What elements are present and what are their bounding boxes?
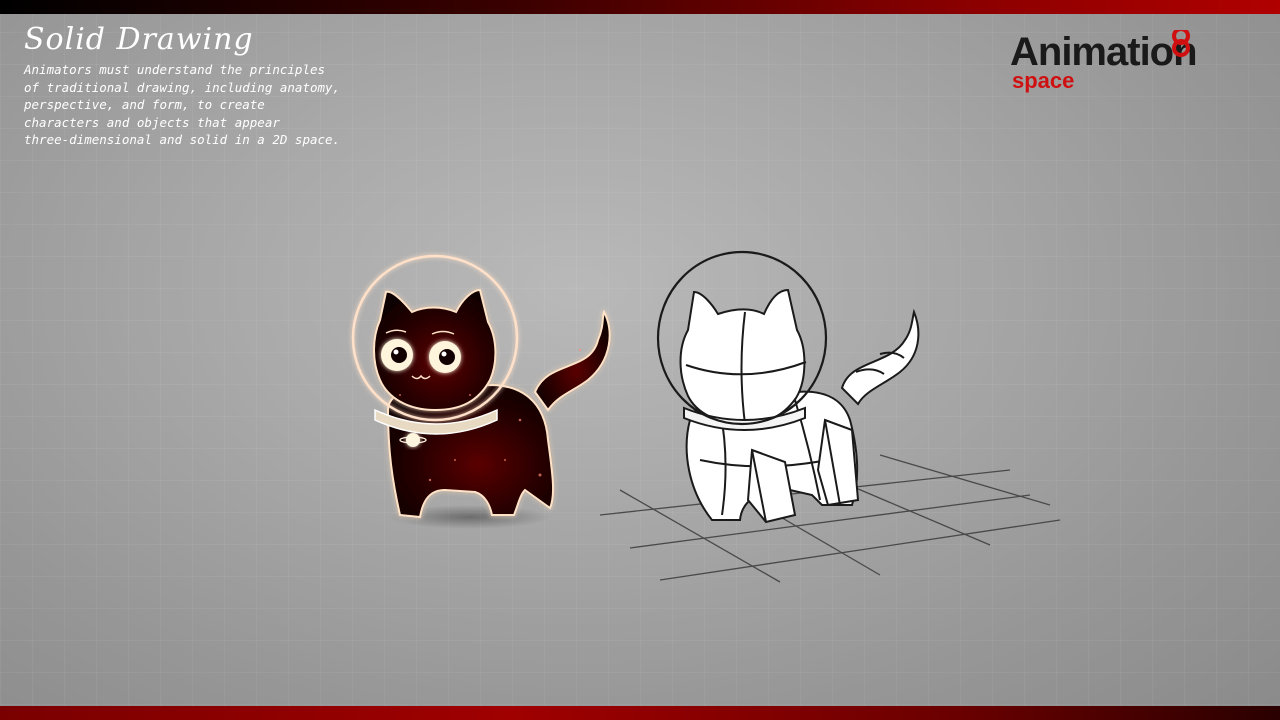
bottom-accent-bar [0, 706, 1280, 720]
illustration-scene [351, 250, 1061, 583]
space-cat-construction-sketch [656, 250, 920, 524]
space-cat-rendered [351, 254, 611, 529]
slide: Solid Drawing Animators must understand … [0, 0, 1280, 720]
